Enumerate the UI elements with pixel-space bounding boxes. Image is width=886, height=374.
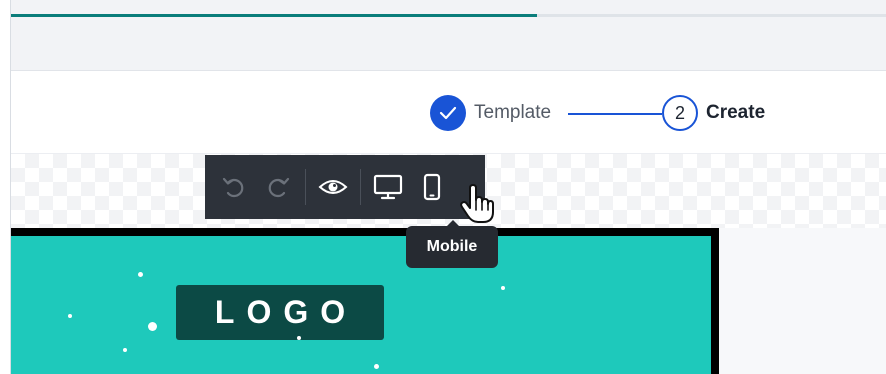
top-bar (11, 0, 886, 71)
sparkle-dot (138, 272, 143, 277)
sparkle-dot (297, 336, 301, 340)
toolbar-divider (360, 169, 361, 205)
logo-text: LOGO (214, 294, 358, 330)
canvas-side-area (719, 228, 886, 374)
step-number: 2 (662, 95, 698, 131)
sparkle-dot (148, 322, 157, 331)
toolbar-divider (305, 169, 306, 205)
mobile-icon (423, 173, 441, 201)
hand-cursor-icon (460, 184, 494, 223)
step-create[interactable]: 2 Create (662, 95, 765, 131)
email-preview[interactable]: LOGO (11, 228, 719, 374)
step-template-label: Template (474, 102, 552, 123)
desktop-icon (373, 174, 403, 200)
mobile-tooltip: Mobile (406, 226, 498, 268)
editor-toolbar (205, 155, 485, 219)
undo-button[interactable] (217, 167, 251, 207)
logo-block[interactable]: LOGO (176, 285, 384, 340)
sparkle-dot (374, 364, 379, 369)
redo-icon (268, 177, 290, 198)
step-connector (568, 113, 662, 115)
check-icon (430, 95, 466, 131)
redo-button[interactable] (261, 167, 295, 207)
mobile-view-button[interactable] (415, 167, 449, 207)
eye-icon (318, 180, 348, 194)
sparkle-dot (68, 314, 72, 318)
preview-button[interactable] (316, 167, 350, 207)
progress-bar-fill (11, 14, 537, 17)
progress-bar (11, 14, 886, 17)
undo-icon (222, 177, 244, 198)
step-create-label: Create (706, 102, 766, 123)
sparkle-dot (501, 286, 505, 290)
sparkle-dot (123, 348, 127, 352)
step-template[interactable]: Template (430, 95, 551, 131)
desktop-view-button[interactable] (371, 167, 405, 207)
